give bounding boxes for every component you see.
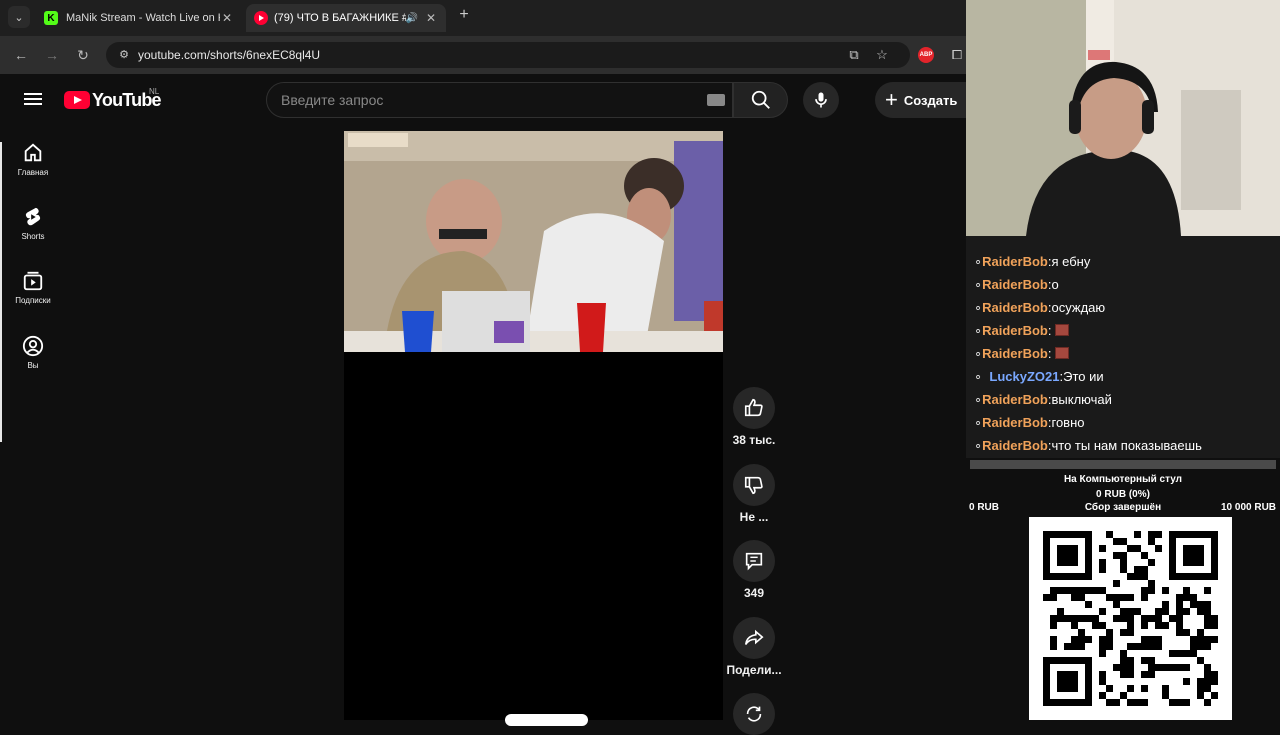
- comment-icon: [745, 552, 763, 571]
- chat-username: RaiderBob: [982, 392, 1048, 407]
- shorts-icon: [25, 207, 41, 226]
- remix-icon: [746, 706, 762, 722]
- rail-label: Подписки: [15, 296, 51, 305]
- chat-message: ∘RaiderBob:: [974, 346, 1069, 362]
- chat-text: выключай: [1051, 392, 1112, 407]
- search-button[interactable]: [733, 82, 788, 118]
- tab-search-dropdown-icon[interactable]: ⌄: [8, 6, 30, 28]
- chat-message: ∘RaiderBob:что ты нам показываешь: [974, 438, 1202, 453]
- install-app-icon[interactable]: ⧉: [845, 46, 863, 64]
- create-label: Создать: [903, 92, 958, 108]
- bookmark-star-icon[interactable]: ☆: [873, 46, 891, 64]
- thumbs-up-icon: [744, 398, 763, 417]
- chat-username: RaiderBob: [982, 438, 1048, 453]
- rail-item-subscriptions[interactable]: Подписки: [4, 270, 62, 305]
- account-icon: [22, 335, 44, 357]
- chat-message: ∘RaiderBob:выключай: [974, 392, 1112, 407]
- reload-button[interactable]: ↻: [72, 44, 94, 66]
- chat-message: ∘RaiderBob:говно: [974, 415, 1085, 430]
- chat-text: о: [1051, 277, 1059, 292]
- goal-min: 0 RUB: [969, 502, 1000, 513]
- site-settings-icon[interactable]: ⚙: [116, 47, 132, 63]
- chat-username: RaiderBob: [982, 277, 1048, 292]
- goal-amount: 0 RUB (0%): [1096, 489, 1150, 500]
- webcam-scene: [966, 0, 1280, 236]
- audio-playing-icon[interactable]: 🔊: [406, 13, 418, 24]
- goal-title: На Компьютерный стул: [1063, 474, 1183, 485]
- like-count: 38 тыс.: [732, 433, 776, 447]
- like-button[interactable]: [733, 387, 775, 429]
- chat-text: говно: [1051, 415, 1085, 430]
- chat-message: ∘ LuckyZO21:Это ии: [974, 369, 1104, 384]
- tab-youtube[interactable]: (79) ЧТО В БАГАЖНИКЕ #shorts 🔊 ✕: [246, 4, 446, 32]
- youtube-logo-icon[interactable]: [64, 91, 90, 109]
- keyboard-icon[interactable]: [707, 94, 725, 106]
- home-icon: [24, 143, 42, 162]
- voice-search-button[interactable]: [803, 82, 839, 118]
- menu-icon[interactable]: [24, 90, 42, 108]
- share-button[interactable]: [733, 617, 775, 659]
- subscriptions-icon: [23, 271, 43, 291]
- rail-label: Shorts: [21, 232, 45, 241]
- dislike-button[interactable]: [733, 464, 775, 506]
- search-icon: [751, 90, 770, 109]
- kick-favicon-icon: K: [44, 11, 58, 25]
- left-edge-line: [0, 142, 2, 442]
- share-icon: [744, 629, 764, 645]
- tab-close-icon[interactable]: ✕: [220, 11, 234, 25]
- chat-username: LuckyZO21: [989, 369, 1060, 384]
- video-frame[interactable]: [344, 131, 723, 352]
- donation-qr-code: [1029, 517, 1232, 720]
- back-button[interactable]: ←: [10, 44, 32, 66]
- share-label: Подели...: [726, 663, 782, 677]
- tab-title: MaNik Stream - Watch Live on Kick: [66, 12, 220, 24]
- chat-message: ∘RaiderBob:осуждаю: [974, 300, 1106, 315]
- comments-button[interactable]: [733, 540, 775, 582]
- dislike-label: Не ...: [739, 510, 769, 524]
- chat-text: Это ии: [1063, 369, 1104, 384]
- remix-button[interactable]: [733, 693, 775, 735]
- create-button[interactable]: + Создать: [875, 82, 966, 118]
- microphone-icon: [815, 92, 827, 108]
- video-scene: [344, 131, 723, 352]
- tab-close-icon[interactable]: ✕: [424, 11, 438, 25]
- url-text[interactable]: youtube.com/shorts/6nexEC8ql4U: [138, 47, 320, 63]
- chat-emote-icon: [1054, 324, 1069, 336]
- chat-message: ∘RaiderBob:о: [974, 277, 1059, 292]
- new-tab-button[interactable]: +: [455, 6, 473, 28]
- player-pill[interactable]: [505, 714, 588, 726]
- rail-item-shorts[interactable]: Shorts: [4, 206, 62, 241]
- extensions-icon[interactable]: ⧠: [948, 46, 966, 64]
- tab-title: (79) ЧТО В БАГАЖНИКЕ #shorts: [274, 12, 406, 24]
- thumbs-down-icon: [744, 476, 763, 495]
- goal-max: 10 000 RUB: [1221, 502, 1277, 513]
- country-code: NL: [149, 87, 160, 96]
- comments-count: 349: [743, 586, 765, 600]
- forward-button[interactable]: →: [41, 44, 63, 66]
- streamer-webcam: [966, 0, 1280, 236]
- rail-item-home[interactable]: Главная: [4, 142, 62, 177]
- chat-emote-icon: [1054, 347, 1069, 359]
- chat-username: RaiderBob: [982, 346, 1048, 361]
- chat-username: RaiderBob: [982, 415, 1048, 430]
- chat-text: что ты нам показываешь: [1051, 438, 1202, 453]
- rail-item-you[interactable]: Вы: [4, 335, 62, 370]
- tab-kick[interactable]: K MaNik Stream - Watch Live on Kick ✕: [36, 4, 242, 32]
- chat-username: RaiderBob: [982, 323, 1048, 338]
- plus-icon: +: [885, 87, 898, 112]
- search-placeholder: Введите запрос: [281, 92, 384, 108]
- chat-message: ∘RaiderBob:: [974, 323, 1069, 339]
- rail-label: Вы: [27, 361, 39, 370]
- adblock-icon[interactable]: ABP: [918, 47, 934, 63]
- chat-username: RaiderBob: [982, 300, 1048, 315]
- rail-label: Главная: [17, 168, 49, 177]
- qr-code-icon: [1043, 531, 1218, 706]
- chat-text: я ебну: [1051, 254, 1091, 269]
- chat-input-bar: [970, 460, 1276, 469]
- youtube-favicon-icon: [254, 11, 268, 25]
- chat-username: RaiderBob: [982, 254, 1048, 269]
- chat-text: осуждаю: [1051, 300, 1106, 315]
- chat-message: ∘RaiderBob:я ебну: [974, 254, 1091, 269]
